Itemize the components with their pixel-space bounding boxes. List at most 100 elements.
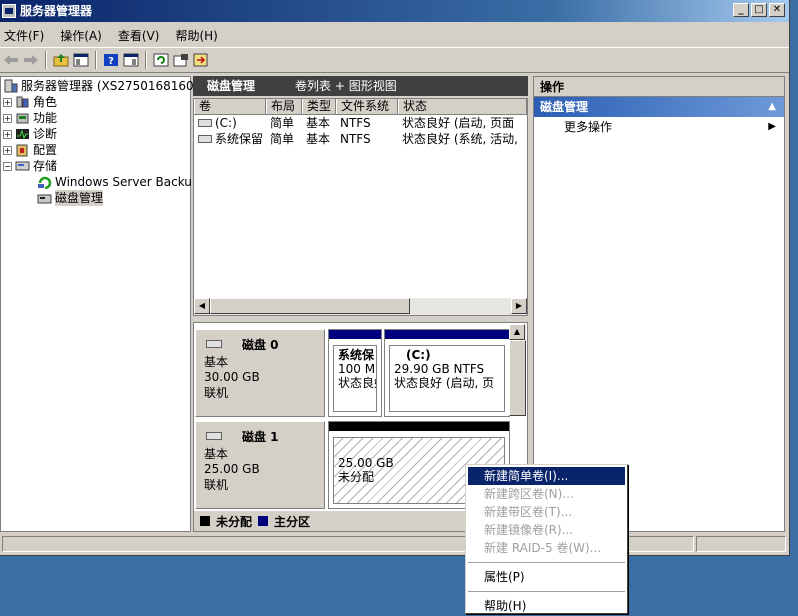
close-button[interactable]: ✕ bbox=[769, 3, 785, 17]
tree-item-storage[interactable]: − 存储 bbox=[3, 158, 57, 174]
disk-management-icon bbox=[37, 191, 52, 205]
cell-status: 状态良好 (启动, 页面 bbox=[402, 116, 515, 130]
disk-type: 基本 bbox=[204, 447, 229, 461]
volume-list: 卷 布局 类型 文件系统 状态 (C:) 简单 基本 NTFS 状态良好 (启动… bbox=[193, 98, 528, 316]
properties-icon[interactable] bbox=[172, 51, 190, 69]
partition-bar bbox=[329, 422, 509, 434]
export-list-icon[interactable] bbox=[192, 51, 210, 69]
expand-icon[interactable]: + bbox=[3, 97, 12, 107]
menu-new-spanned-volume[interactable]: 新建跨区卷(N)... bbox=[466, 485, 627, 503]
help-icon[interactable]: ? bbox=[102, 51, 120, 69]
cell-layout: 简单 bbox=[270, 116, 295, 130]
cell-type: 基本 bbox=[306, 116, 331, 130]
volume-icon bbox=[198, 131, 212, 147]
disk-status: 联机 bbox=[204, 478, 229, 492]
scroll-thumb[interactable] bbox=[509, 340, 526, 416]
disk-size: 30.00 GB bbox=[204, 370, 260, 384]
tree-item-diagnostics[interactable]: + 诊断 bbox=[3, 126, 57, 142]
partition-info: 系统保 100 MB 状态良好 bbox=[333, 345, 377, 412]
tree-root[interactable]: 服务器管理器 (XS2750168160) bbox=[3, 78, 198, 94]
menu-help[interactable]: 帮助(H) bbox=[175, 27, 217, 44]
collapse-arrow-icon[interactable]: ▲ bbox=[768, 97, 776, 117]
show-hide-tree-icon[interactable] bbox=[72, 51, 90, 69]
disk-row[interactable]: 磁盘 0 基本 30.00 GB 联机 系统保 100 MB 状态良好 bbox=[195, 329, 511, 417]
legend-label: 未分配 bbox=[216, 514, 253, 529]
disk-icon bbox=[206, 340, 222, 348]
menu-file[interactable]: 文件(F) bbox=[4, 27, 44, 44]
actions-section-disk-management[interactable]: 磁盘管理 ▲ bbox=[534, 97, 784, 117]
scroll-up-icon[interactable]: ▲ bbox=[509, 324, 525, 340]
disk-name: 磁盘 1 bbox=[242, 430, 279, 444]
diagnostics-icon bbox=[15, 127, 30, 141]
menu-separator bbox=[468, 591, 625, 592]
legend-swatch-primary bbox=[258, 516, 269, 526]
maximize-button[interactable]: □ bbox=[751, 3, 767, 17]
cell-type: 基本 bbox=[306, 132, 331, 146]
context-menu: 新建简单卷(I)... 新建跨区卷(N)... 新建带区卷(T)... 新建镜像… bbox=[465, 464, 628, 614]
cell-filesystem: NTFS bbox=[340, 132, 371, 146]
menu-view[interactable]: 查看(V) bbox=[118, 27, 160, 44]
expand-icon[interactable]: + bbox=[3, 129, 12, 139]
vertical-scrollbar[interactable]: ▲ bbox=[509, 324, 526, 416]
window-title: 服务器管理器 bbox=[20, 4, 93, 18]
disk-label[interactable]: 磁盘 0 基本 30.00 GB 联机 bbox=[195, 329, 325, 417]
partition-c[interactable]: (C:) 29.90 GB NTFS 状态良好 (启动, 页 bbox=[384, 329, 510, 417]
horizontal-scrollbar[interactable]: ◀ ▶ bbox=[194, 298, 527, 315]
menu-new-striped-volume[interactable]: 新建带区卷(T)... bbox=[466, 503, 627, 521]
storage-icon bbox=[15, 159, 30, 173]
menu-new-simple-volume[interactable]: 新建简单卷(I)... bbox=[468, 467, 625, 485]
title-bar[interactable]: 服务器管理器 _ □ ✕ bbox=[0, 0, 789, 22]
table-row[interactable]: 系统保留 简单 基本 NTFS 状态良好 (系统, 活动, bbox=[194, 131, 527, 147]
minimize-button[interactable]: _ bbox=[733, 3, 749, 17]
tree-item-configuration[interactable]: + 配置 bbox=[3, 142, 57, 158]
column-headers: 卷 布局 类型 文件系统 状态 bbox=[194, 99, 527, 115]
col-status[interactable]: 状态 bbox=[398, 99, 527, 114]
back-icon[interactable] bbox=[2, 51, 20, 69]
refresh-icon[interactable] bbox=[152, 51, 170, 69]
tree-item-disk-management[interactable]: 磁盘管理 bbox=[37, 190, 104, 206]
menu-properties[interactable]: 属性(P) bbox=[466, 568, 627, 586]
partition-bar bbox=[385, 330, 509, 342]
collapse-icon[interactable]: − bbox=[3, 161, 12, 171]
features-icon bbox=[15, 111, 30, 125]
actions-header: 操作 bbox=[534, 77, 784, 97]
up-folder-icon[interactable] bbox=[52, 51, 70, 69]
action-pane-icon[interactable] bbox=[122, 51, 140, 69]
menu-help[interactable]: 帮助(H) bbox=[466, 597, 627, 615]
legend-swatch-unallocated bbox=[200, 516, 210, 526]
menu-new-raid5-volume[interactable]: 新建 RAID-5 卷(W)... bbox=[466, 539, 627, 557]
cell-status: 状态良好 (系统, 活动, bbox=[402, 132, 518, 146]
col-layout[interactable]: 布局 bbox=[266, 99, 302, 114]
col-volume[interactable]: 卷 bbox=[194, 99, 266, 114]
disk-icon bbox=[206, 432, 222, 440]
menu-action[interactable]: 操作(A) bbox=[60, 27, 102, 44]
tree-item-features[interactable]: + 功能 bbox=[3, 110, 57, 126]
pane-header: 磁盘管理 卷列表 + 图形视图 bbox=[193, 76, 528, 96]
partition-info: (C:) 29.90 GB NTFS 状态良好 (启动, 页 bbox=[389, 345, 505, 412]
tree-item-windows-server-backup[interactable]: Windows Server Backup bbox=[37, 174, 200, 190]
submenu-arrow-icon: ▶ bbox=[768, 121, 776, 132]
menu-new-mirrored-volume[interactable]: 新建镜像卷(R)... bbox=[466, 521, 627, 539]
disk-type: 基本 bbox=[204, 355, 229, 369]
table-row[interactable]: (C:) 简单 基本 NTFS 状态良好 (启动, 页面 bbox=[194, 115, 527, 131]
disk-label[interactable]: 磁盘 1 基本 25.00 GB 联机 bbox=[195, 421, 325, 509]
server-icon bbox=[3, 79, 18, 93]
scroll-left-icon[interactable]: ◀ bbox=[194, 298, 210, 314]
tree-item-label: 磁盘管理 bbox=[55, 190, 104, 206]
partition-size: 100 MB bbox=[338, 362, 376, 376]
col-type[interactable]: 类型 bbox=[302, 99, 336, 114]
partition-system-reserved[interactable]: 系统保 100 MB 状态良好 bbox=[328, 329, 382, 417]
menu-bar: 文件(F) 操作(A) 查看(V) 帮助(H) bbox=[0, 24, 789, 46]
expand-icon[interactable]: + bbox=[3, 113, 12, 123]
more-actions-item[interactable]: 更多操作 ▶ bbox=[534, 117, 784, 137]
disk-row[interactable]: 磁盘 1 基本 25.00 GB 联机 25.00 GB 未分配 bbox=[195, 421, 511, 509]
volume-icon bbox=[198, 115, 212, 131]
pane-title: 磁盘管理 bbox=[207, 79, 256, 93]
expand-icon[interactable]: + bbox=[3, 145, 12, 155]
scroll-thumb[interactable] bbox=[210, 298, 410, 314]
col-filesystem[interactable]: 文件系统 bbox=[336, 99, 398, 114]
actions-section-label: 磁盘管理 bbox=[540, 100, 589, 114]
scroll-right-icon[interactable]: ▶ bbox=[511, 298, 527, 314]
forward-icon[interactable] bbox=[22, 51, 40, 69]
tree-item-roles[interactable]: + 角色 bbox=[3, 94, 57, 110]
